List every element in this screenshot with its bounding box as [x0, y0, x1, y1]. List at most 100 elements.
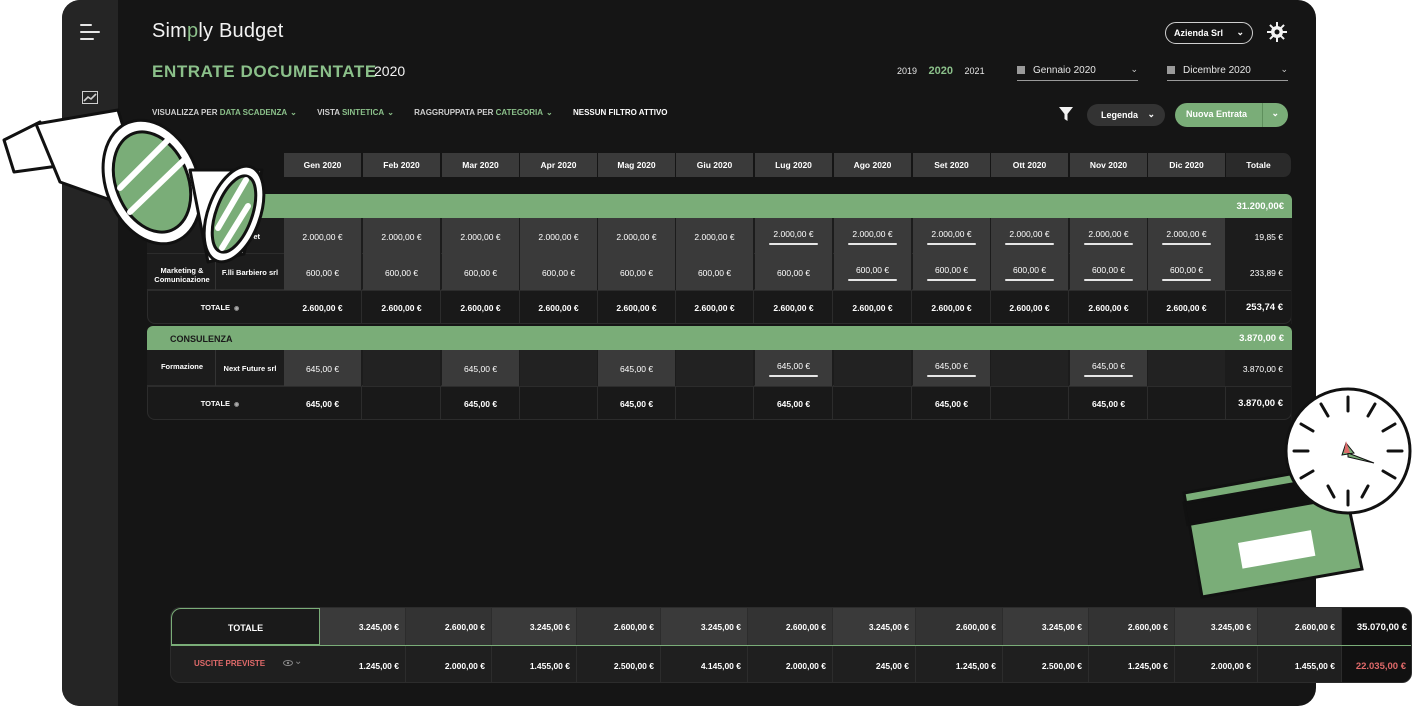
amount-cell[interactable]: 645,00 €	[284, 350, 362, 386]
totals-cell: 2.600,00 €	[1070, 290, 1148, 324]
amount-cell[interactable]: 600,00 €	[442, 254, 520, 290]
total-header-cell: Totale	[1226, 153, 1292, 177]
totals-cell	[991, 386, 1069, 420]
category-bar[interactable]: 31.200,00€	[147, 194, 1292, 218]
app-logo: Simply Budget	[152, 20, 284, 42]
amount-cell[interactable]: 600,00 €	[991, 254, 1069, 290]
amount-cell[interactable]: 600,00 €	[520, 254, 598, 290]
row-divider	[215, 350, 216, 386]
filter-icon[interactable]	[1058, 106, 1074, 122]
row-total-cell: 3.870,00 €	[1226, 350, 1292, 386]
amount-cell[interactable]: 600,00 €	[598, 254, 676, 290]
cell-value: 645,00 €	[1091, 399, 1126, 409]
amount-cell[interactable]	[363, 350, 441, 386]
chevron-down-icon[interactable]: ⌄	[294, 656, 302, 667]
amount-cell[interactable]: 2.000,00 €	[284, 218, 362, 254]
amount-cell[interactable]: 600,00 €	[913, 254, 991, 290]
out-cell: 2.000,00 €	[1175, 646, 1258, 682]
menu-icon[interactable]	[80, 24, 100, 40]
amount-cell[interactable]: 600,00 €	[1148, 254, 1226, 290]
amount-cell[interactable]: 600,00 €	[1070, 254, 1148, 290]
cell-value: 600,00 €	[855, 265, 890, 275]
out-cell: 1.455,00 €	[492, 646, 577, 682]
summary-total-cell: 3.245,00 €	[833, 608, 916, 645]
month-header-cell: Set 2020	[913, 153, 991, 177]
month-header-cell: Gen 2020	[284, 153, 362, 177]
amount-cell[interactable]: 600,00 €	[834, 254, 912, 290]
amount-cell[interactable]	[676, 350, 754, 386]
legend-button[interactable]: Legenda ⌄	[1087, 104, 1165, 126]
group-filter[interactable]: RAGGRUPPATA PER CATEGORIA ⌄	[414, 108, 553, 117]
amount-cell[interactable]: 2.000,00 €	[1148, 218, 1226, 254]
totals-cell: 645,00 €	[755, 386, 833, 420]
amount-cell[interactable]: 2.000,00 €	[755, 218, 833, 254]
month-header-cell: Giu 2020	[676, 153, 754, 177]
calendar-icon	[1167, 66, 1175, 74]
eye-icon[interactable]: ◉	[234, 306, 239, 312]
amount-cell[interactable]: 600,00 €	[755, 254, 833, 290]
totals-cell: 645,00 €	[1070, 386, 1148, 420]
megaphone-illustration	[2, 108, 266, 264]
year-prev[interactable]: 2019	[897, 66, 917, 76]
amount-cell[interactable]: 645,00 €	[1070, 350, 1148, 386]
grand-total-cell: 253,74 €	[1226, 290, 1292, 324]
summary-total-cell: 2.600,00 €	[916, 608, 1003, 645]
category-name: CONSULENZA	[170, 334, 233, 344]
totals-cell: 2.600,00 €	[363, 290, 441, 324]
amount-cell[interactable]: 2.000,00 €	[520, 218, 598, 254]
amount-cell[interactable]: 2.000,00 €	[913, 218, 991, 254]
amount-cell[interactable]: 2.000,00 €	[442, 218, 520, 254]
date-to-select[interactable]: Dicembre 2020 ⌄	[1167, 61, 1288, 81]
new-entry-button[interactable]: Nuova Entrata ⌄	[1175, 103, 1288, 127]
cell-value: 645,00 €	[463, 399, 498, 409]
amount-cell[interactable]: 2.000,00 €	[598, 218, 676, 254]
row-total-cell: 233,89 €	[1226, 254, 1292, 290]
amount-cell[interactable]: 2.000,00 €	[363, 218, 441, 254]
amount-cell[interactable]: 645,00 €	[755, 350, 833, 386]
cell-value: 2.000,00 €	[538, 232, 579, 242]
year-next[interactable]: 2021	[965, 66, 985, 76]
amount-cell[interactable]	[834, 350, 912, 386]
chevron-down-icon: ⌄	[1147, 109, 1155, 119]
amount-cell[interactable]: 2.000,00 €	[834, 218, 912, 254]
cell-value: 600,00 €	[697, 268, 732, 278]
chevron-down-icon: ⌄	[1130, 64, 1138, 74]
cell-value: 600,00 €	[541, 268, 576, 278]
amount-cell[interactable]: 2.000,00 €	[1070, 218, 1148, 254]
totals-cell: 2.600,00 €	[598, 290, 676, 324]
company-select[interactable]: Azienda Srl ⌄	[1165, 22, 1253, 44]
amount-cell[interactable]: 600,00 €	[363, 254, 441, 290]
cell-value: 645,00 €	[619, 399, 654, 409]
view-filter[interactable]: VISTA SINTETICA ⌄	[317, 108, 394, 117]
cell-value: 3.870,00 €	[1242, 364, 1283, 374]
amount-cell[interactable]: 2.000,00 €	[991, 218, 1069, 254]
summary-total-cell: 3.245,00 €	[1175, 608, 1258, 645]
category-bar[interactable]: CONSULENZA 3.870,00 €	[147, 326, 1292, 350]
cell-value: 645,00 €	[305, 399, 340, 409]
totals-cell: 2.600,00 €	[834, 290, 912, 324]
settings-icon[interactable]	[1266, 21, 1288, 43]
amount-cell[interactable]: 2.000,00 €	[676, 218, 754, 254]
amount-cell[interactable]: 645,00 €	[442, 350, 520, 386]
eye-icon[interactable]	[283, 660, 293, 666]
cell-value: 645,00 €	[934, 399, 969, 409]
amount-cell[interactable]: 645,00 €	[598, 350, 676, 386]
month-header-cell: Apr 2020	[520, 153, 598, 177]
amount-cell[interactable]: 645,00 €	[913, 350, 991, 386]
cell-value: 600,00 €	[384, 268, 419, 278]
out-cell: 1.245,00 €	[1089, 646, 1175, 682]
cell-value: 2.000,00 €	[931, 229, 972, 239]
amount-cell[interactable]: 600,00 €	[676, 254, 754, 290]
amount-cell[interactable]: 600,00 €	[284, 254, 362, 290]
out-cell: 4.145,00 €	[661, 646, 748, 682]
cell-value: 645,00 €	[1091, 361, 1126, 371]
amount-cell[interactable]	[520, 350, 598, 386]
date-from-select[interactable]: Gennaio 2020 ⌄	[1017, 61, 1138, 81]
out-cell: 2.000,00 €	[406, 646, 492, 682]
amount-cell[interactable]	[991, 350, 1069, 386]
year-current[interactable]: 2020	[929, 65, 953, 77]
out-cell: 1.245,00 €	[916, 646, 1003, 682]
cell-value: 253,74 €	[1246, 302, 1283, 313]
eye-icon[interactable]: ◉	[234, 402, 239, 408]
amount-cell[interactable]	[1148, 350, 1226, 386]
